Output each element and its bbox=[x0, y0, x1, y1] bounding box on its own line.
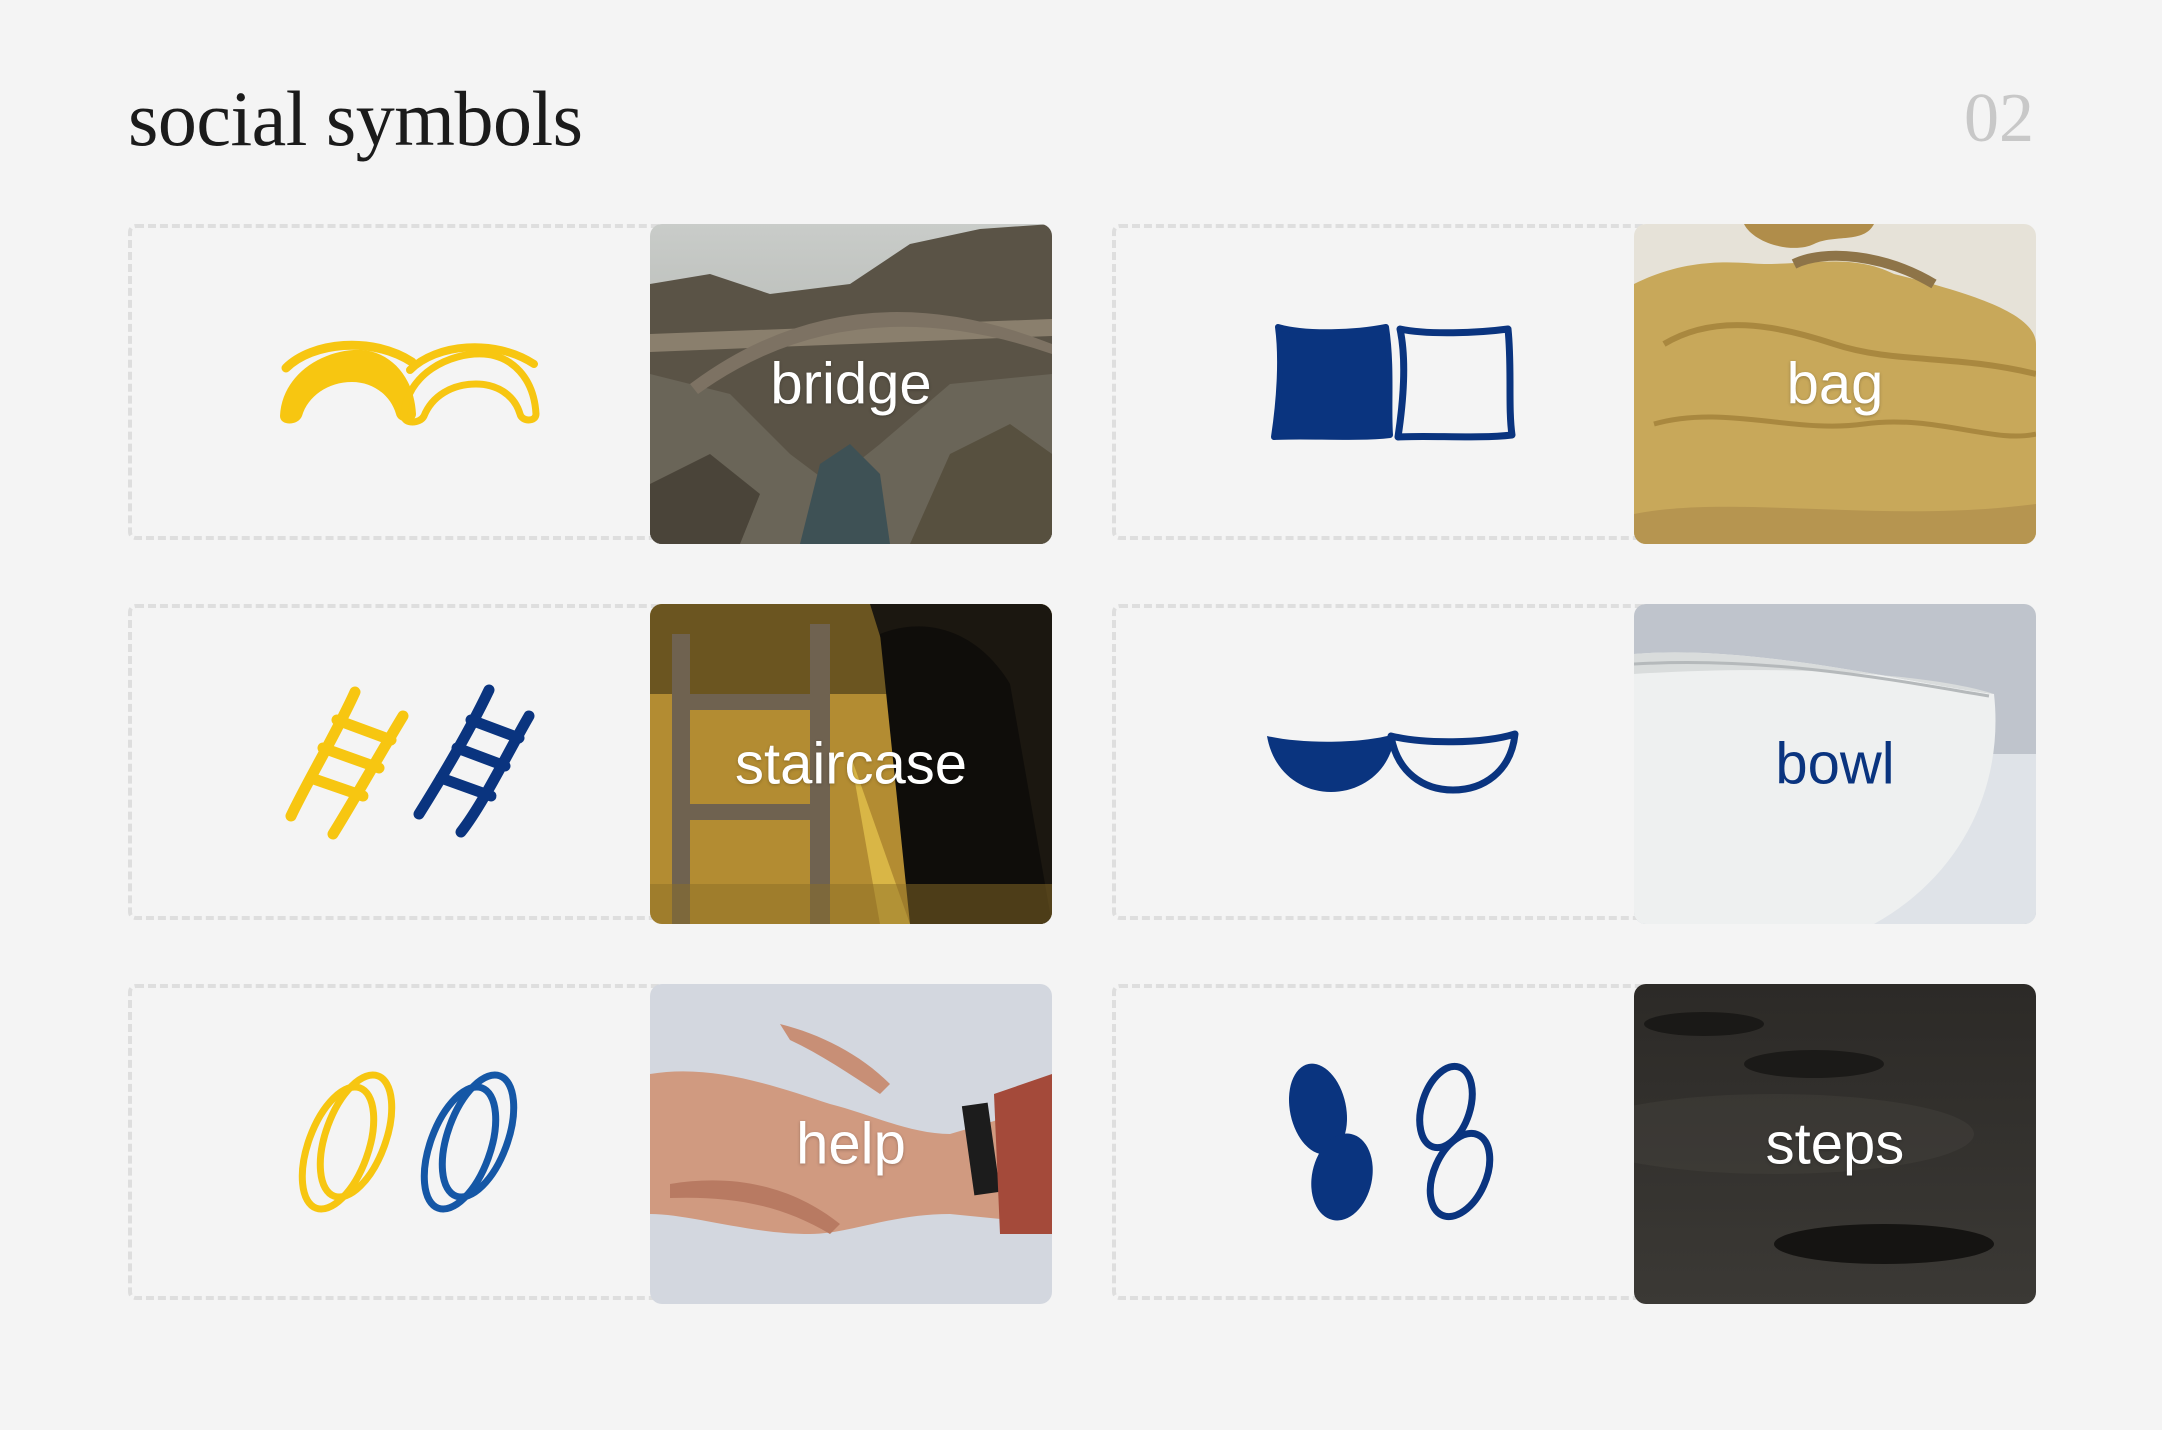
symbol-panel bbox=[128, 224, 688, 540]
hands-ovals-blue-icon bbox=[420, 1071, 517, 1213]
card-steps: steps bbox=[1112, 984, 2062, 1304]
bowl-filled-icon bbox=[1267, 734, 1396, 792]
ladder-navy-icon bbox=[413, 684, 535, 838]
card-bowl: bowl bbox=[1112, 604, 2062, 924]
symbol-panel bbox=[1112, 224, 1672, 540]
photo-label: steps bbox=[1765, 1111, 1905, 1177]
photo-bowl: bowl bbox=[1634, 604, 2036, 924]
arch-outline-icon bbox=[400, 343, 540, 426]
footprints-filled-icon bbox=[1289, 1063, 1374, 1221]
bowl-outline-icon bbox=[1387, 730, 1519, 794]
photo-help: help bbox=[650, 984, 1052, 1304]
symbol-panel bbox=[128, 604, 688, 920]
hands-ovals-yellow-icon bbox=[299, 1071, 396, 1213]
footprints-outline-icon bbox=[1415, 1062, 1493, 1221]
ladder-yellow-icon bbox=[285, 686, 409, 840]
card-help: help bbox=[128, 984, 1078, 1304]
card-staircase: staircase bbox=[128, 604, 1078, 924]
square-outline-icon bbox=[1394, 325, 1516, 441]
photo-label: help bbox=[796, 1111, 906, 1177]
photo-label: staircase bbox=[734, 731, 968, 797]
symbol-panel bbox=[1112, 604, 1672, 920]
photo-bridge: bridge bbox=[650, 224, 1052, 544]
photo-staircase: staircase bbox=[650, 604, 1052, 924]
photo-label: bag bbox=[1786, 351, 1884, 417]
page-number: 02 bbox=[1964, 80, 2034, 157]
photo-bag: bag bbox=[1634, 224, 2036, 544]
symbol-panel bbox=[128, 984, 688, 1300]
photo-label: bridge bbox=[770, 351, 932, 417]
photo-label: bowl bbox=[1775, 731, 1895, 797]
photo-steps: steps bbox=[1634, 984, 2036, 1304]
page-title: social symbols bbox=[128, 75, 583, 162]
card-bridge: bridge bbox=[128, 224, 1078, 544]
symbol-panel bbox=[1112, 984, 1672, 1300]
square-filled-icon bbox=[1271, 324, 1394, 440]
card-bag: bag bbox=[1112, 224, 2062, 544]
